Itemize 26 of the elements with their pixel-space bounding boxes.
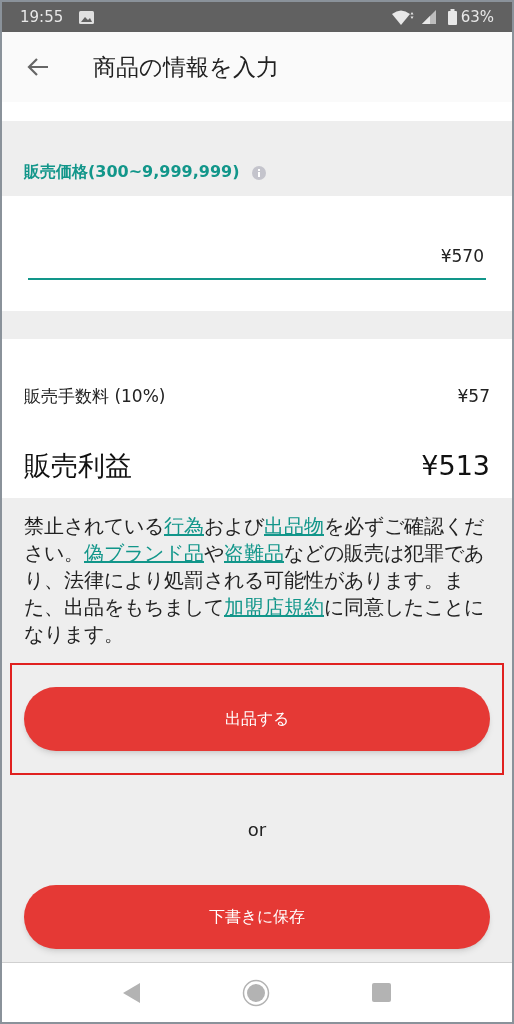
action-button[interactable]: 下書きに保存 <box>24 885 490 949</box>
square-icon[interactable] <box>372 983 392 1002</box>
action-button[interactable]: 出品する <box>24 687 490 751</box>
battery-icon <box>447 9 457 25</box>
notice-link[interactable]: 加盟店規約 <box>224 595 324 619</box>
fee-label: 販売手数料 (10%) <box>24 385 166 408</box>
profit-amount: ¥513 <box>421 448 490 483</box>
notice-link[interactable]: 出品物 <box>264 514 324 538</box>
or-separator: or <box>247 817 267 842</box>
notice-link[interactable]: 盗難品 <box>224 541 284 565</box>
back-triangle-icon[interactable] <box>122 982 141 1003</box>
notice-text: 禁止されている行為および出品物を必ずご確認ください。偽ブランド品や盗難品などの販売は犯罪であり、法律により処罰される可能性があります。また、出品をもちまして加盟店規約に同意したことになります。 <box>24 513 485 648</box>
battery-percent: 63% <box>460 6 494 28</box>
home-circle-icon[interactable] <box>242 978 271 1007</box>
signal-icon <box>421 10 436 24</box>
status-time: 19:55 <box>20 6 64 28</box>
wifi-icon <box>391 9 414 25</box>
notice-link[interactable]: 偽ブランド品 <box>84 541 204 565</box>
screen-title: 商品の情報を入力 <box>93 52 279 82</box>
notice-link[interactable]: 行為 <box>164 514 204 538</box>
price-label: 販売価格(300~9,999,999) <box>24 161 240 183</box>
fee-amount: ¥57 <box>457 385 490 408</box>
profit-label: 販売利益 <box>24 448 132 483</box>
back-arrow-icon[interactable] <box>27 58 49 76</box>
info-icon[interactable] <box>251 166 266 180</box>
image-icon <box>79 10 95 24</box>
